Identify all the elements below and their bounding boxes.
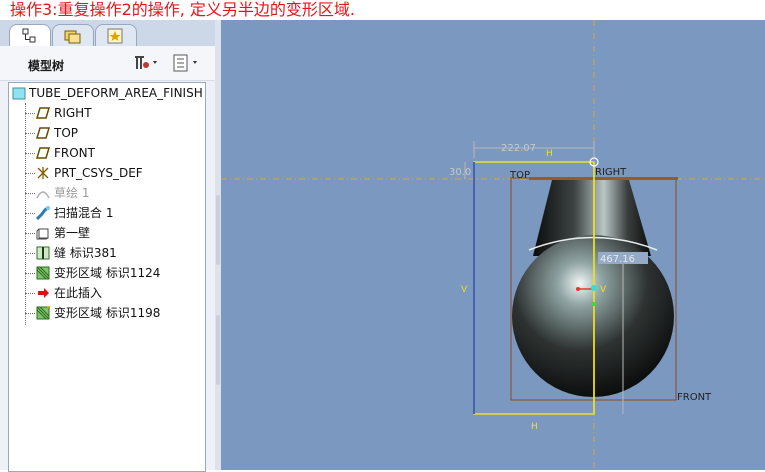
tree-item-label: 扫描混合 1: [54, 206, 114, 220]
tree-root-label: TUBE_DEFORM_AREA_FINISH: [29, 86, 203, 100]
datum-plane-icon: [36, 107, 50, 119]
splitter-handle-upper[interactable]: [216, 195, 220, 265]
depth-dimension-value[interactable]: 467.16: [600, 254, 635, 265]
horizontal-constraint-bottom: H: [531, 422, 538, 432]
width-dimension-value[interactable]: 222.07: [501, 143, 536, 154]
csys-y-marker: [592, 302, 596, 306]
tree-item-label: 变形区域 标识1124: [54, 266, 161, 280]
csys-origin-marker: [591, 285, 597, 291]
model-tree-title: 模型树: [28, 59, 65, 73]
tree-item-label: PRT_CSYS_DEF: [54, 166, 143, 180]
settings-dropdown-button[interactable]: [132, 54, 162, 72]
insert-here-arrow-icon: [38, 288, 49, 298]
tree-item-label: 变形区域 标识1198: [54, 306, 161, 320]
model-canvas[interactable]: TOP RIGHT FRONT 222.07 30.0 467.16 H H V…: [221, 20, 765, 470]
horizontal-constraint-top: H: [546, 149, 553, 159]
tube-sphere: [512, 235, 674, 397]
panel-tabs: [0, 20, 215, 47]
seam-icon: [36, 246, 50, 260]
tree-item-label: 在此插入: [54, 286, 103, 300]
right-plane-label: RIGHT: [595, 167, 627, 178]
model-tree-header: 模型树: [0, 46, 215, 81]
deform-area-new-icon: [36, 306, 50, 320]
graphics-viewport[interactable]: TOP RIGHT FRONT 222.07 30.0 467.16 H H V…: [221, 20, 765, 470]
favorites-tab-icon: [107, 28, 123, 44]
tree-show-icon: [173, 54, 197, 72]
sketch-icon: [36, 191, 50, 199]
tree-item-label: 缝 标识381: [54, 246, 117, 260]
tree-item-label: TOP: [54, 126, 79, 140]
tree-settings-icon: [135, 56, 157, 69]
tab-model-tree[interactable]: [9, 24, 51, 47]
tree-connector-line: [25, 103, 26, 325]
model-tree-tab-icon: [22, 28, 36, 43]
model-tree-panel: 模型树 TUBE_DEFORM_AREA_FINISH RIGHT TOP FR…: [0, 20, 216, 472]
model-tree: TUBE_DEFORM_AREA_FINISH RIGHT TOP FRONT: [8, 82, 206, 472]
vertical-constraint-center: V: [600, 285, 607, 295]
top-plane-label: TOP: [509, 170, 530, 181]
first-wall-icon: [36, 228, 49, 240]
show-dropdown-button[interactable]: [172, 54, 202, 72]
offset-dimension-value[interactable]: 30.0: [449, 167, 471, 178]
datum-plane-icon: [36, 147, 50, 159]
vertical-constraint-left: V: [461, 285, 468, 295]
instruction-bar: 操作3:重复操作2的操作, 定义另半边的变形区域.: [0, 0, 765, 20]
datum-plane-icon: [36, 127, 50, 139]
part-icon: [12, 87, 26, 100]
tree-item-label: FRONT: [54, 146, 95, 160]
tab-folder-browser[interactable]: [52, 24, 94, 47]
splitter-handle-lower[interactable]: [216, 315, 220, 385]
tab-favorites[interactable]: [95, 24, 137, 47]
tree-item-label: RIGHT: [54, 106, 92, 120]
folder-browser-tab-icon: [64, 30, 81, 44]
tree-item-label: 第一壁: [54, 226, 91, 240]
deform-area-icon: [36, 266, 50, 280]
tree-item-label: 草绘 1: [54, 186, 90, 200]
swept-blend-icon: [36, 206, 50, 220]
instruction-caption: 操作3:重复操作2的操作, 定义另半边的变形区域.: [10, 0, 356, 19]
front-plane-label: FRONT: [677, 392, 712, 403]
coordinate-system-icon: [37, 167, 49, 179]
